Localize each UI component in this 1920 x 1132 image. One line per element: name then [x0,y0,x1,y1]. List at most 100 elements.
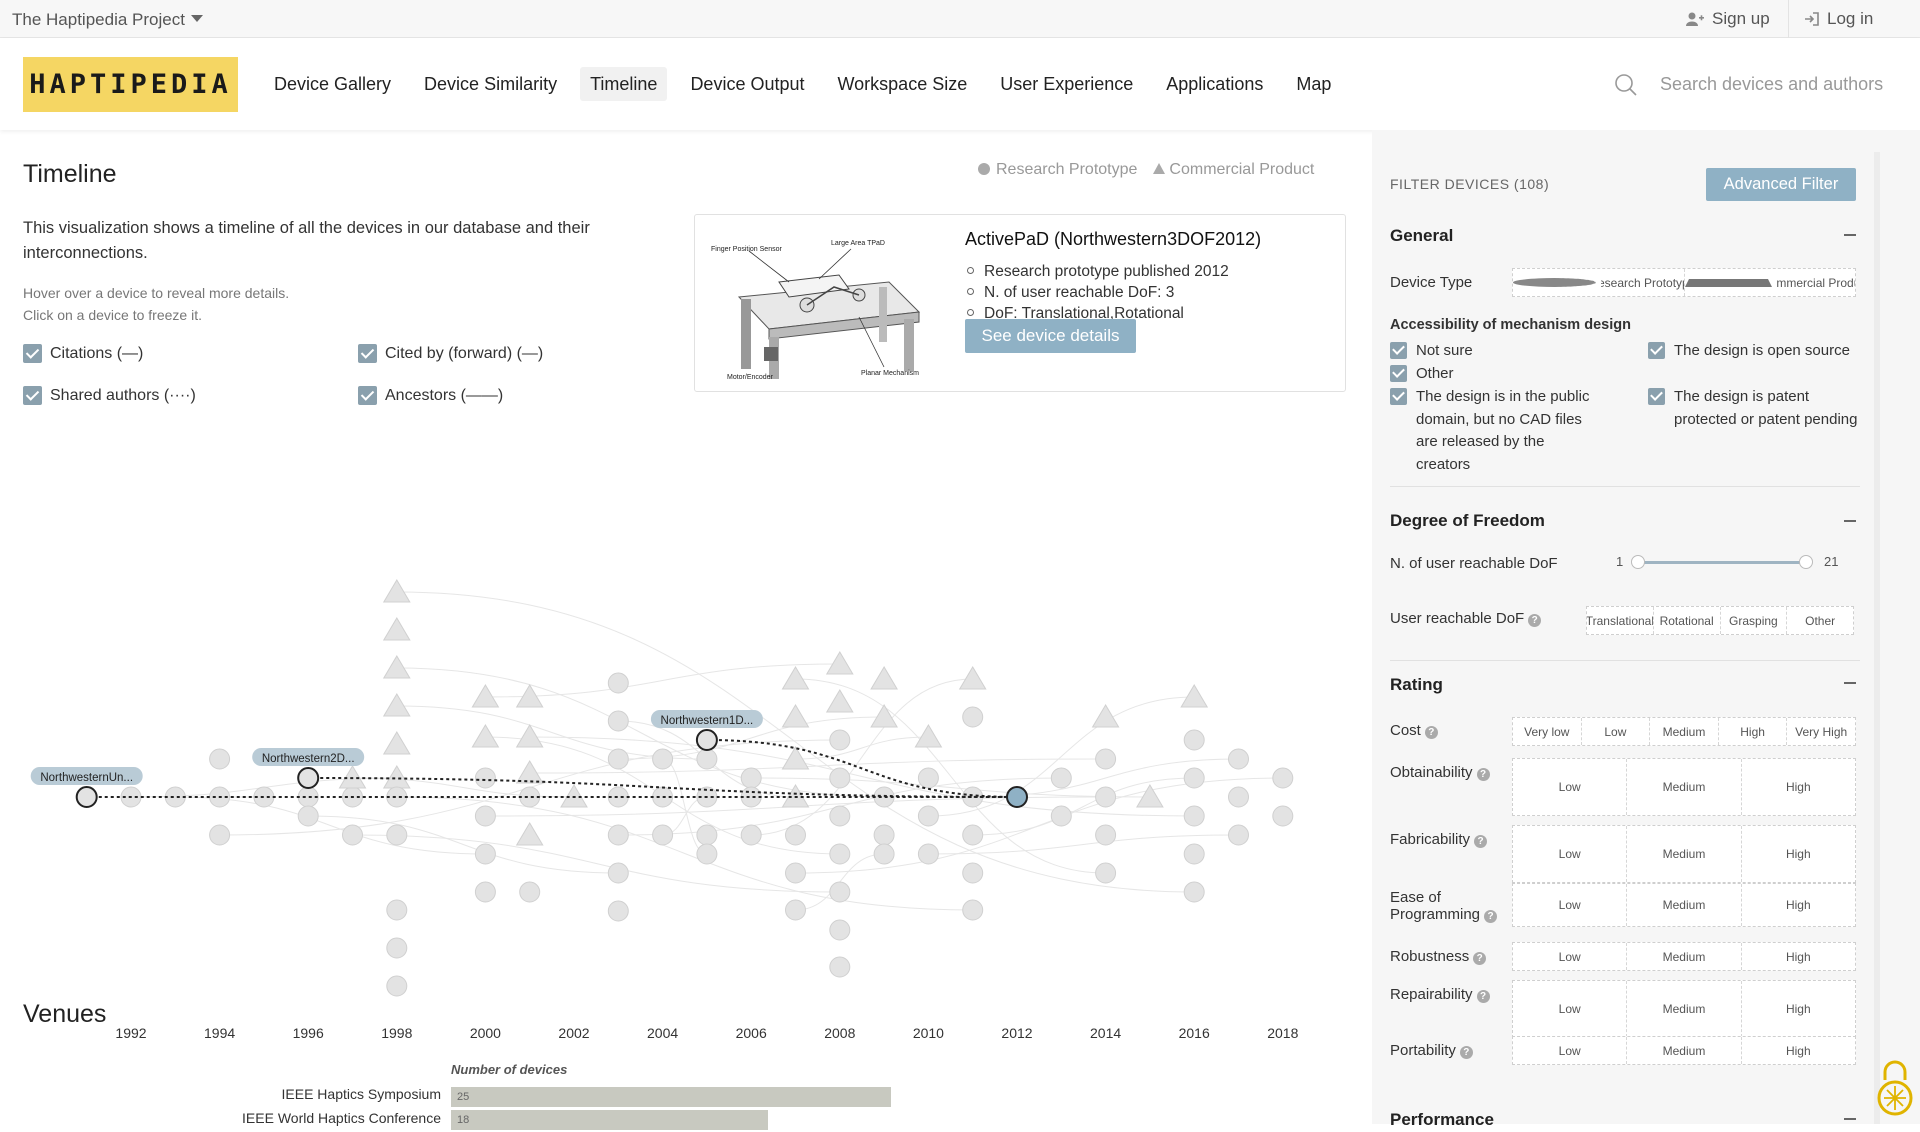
rating-option[interactable]: Medium [1627,826,1742,882]
research-device-node[interactable] [696,843,718,865]
nav-user-experience[interactable]: User Experience [990,67,1143,101]
commercial-device-node[interactable] [338,765,367,789]
user-dof-option[interactable]: Other [1787,607,1853,634]
research-device-node[interactable] [1095,824,1117,846]
related-device-node[interactable] [75,786,98,808]
venue-row[interactable]: IEEE World Haptics Conference [0,1110,441,1132]
commercial-device-node[interactable] [471,684,500,708]
help-icon[interactable]: ? [1476,990,1490,1003]
rating-option[interactable]: Medium [1627,1037,1742,1064]
research-device-node[interactable] [1095,862,1117,884]
commercial-device-node[interactable] [515,760,544,784]
cost-option[interactable]: Very High [1787,718,1855,745]
research-device-node[interactable] [342,824,363,846]
cost-option[interactable]: Medium [1650,718,1719,745]
device-type-research[interactable]: Research Prototype [1513,269,1685,296]
research-device-node[interactable] [474,805,496,827]
research-device-node[interactable] [386,824,408,846]
research-device-node[interactable] [1183,843,1205,865]
user-dof-option[interactable]: Grasping [1721,607,1788,634]
commercial-device-node[interactable] [382,617,411,641]
rating-option[interactable]: High [1742,884,1855,926]
related-device-node[interactable] [297,767,320,789]
research-device-node[interactable] [917,767,939,789]
collapse-general-icon[interactable] [1844,234,1856,236]
research-device-node[interactable] [209,824,231,846]
cited-by-checkbox[interactable]: Cited by (forward) (—) [358,344,543,363]
research-device-node[interactable] [652,748,674,770]
research-device-node[interactable] [1183,805,1205,827]
help-icon[interactable]: ? [1474,835,1488,848]
access-other-checkbox[interactable]: Other [1390,363,1590,386]
nav-timeline[interactable]: Timeline [580,67,668,101]
search-icon[interactable] [1614,73,1638,97]
rating-option[interactable]: Low [1513,826,1628,882]
cost-option[interactable]: High [1719,718,1788,745]
research-device-node[interactable] [785,899,806,921]
research-device-node[interactable] [829,805,851,827]
research-device-node[interactable] [829,881,851,903]
commercial-device-node[interactable] [382,731,411,755]
research-device-node[interactable] [1272,805,1294,827]
research-device-node[interactable] [209,748,231,770]
nav-device-gallery[interactable]: Device Gallery [264,67,401,101]
research-device-node[interactable] [1228,748,1249,770]
venue-row[interactable]: IEEE Haptics Symposium [0,1086,442,1108]
commercial-device-node[interactable] [958,666,987,690]
research-device-node[interactable] [829,919,851,941]
research-device-node[interactable] [917,805,939,827]
research-device-node[interactable] [696,748,718,770]
access-not-sure-checkbox[interactable]: Not sure [1390,340,1590,363]
search-input[interactable] [1660,68,1885,100]
research-device-node[interactable] [386,937,408,959]
commercial-device-node[interactable] [471,724,500,748]
research-device-node[interactable] [607,710,629,732]
commercial-device-node[interactable] [382,579,411,603]
research-device-node[interactable] [829,956,851,978]
nav-device-similarity[interactable]: Device Similarity [414,67,567,101]
login-link[interactable]: Log in [1788,0,1873,38]
research-device-node[interactable] [740,786,762,808]
research-device-node[interactable] [1228,824,1249,846]
help-icon[interactable]: ? [1424,726,1438,739]
advanced-filter-button[interactable]: Advanced Filter [1706,168,1856,201]
research-device-node[interactable] [1183,729,1205,751]
commercial-device-node[interactable] [781,704,810,728]
cost-option[interactable]: Low [1582,718,1651,745]
research-device-node[interactable] [1050,767,1072,789]
research-device-node[interactable] [1095,748,1117,770]
research-device-node[interactable] [386,899,408,921]
research-device-node[interactable] [873,843,895,865]
research-device-node[interactable] [607,824,629,846]
commercial-device-node[interactable] [382,693,411,717]
commercial-device-node[interactable] [781,666,810,690]
collapse-dof-icon[interactable] [1844,520,1856,522]
commercial-device-node[interactable] [825,689,854,713]
venue-bar[interactable]: 25 [451,1087,891,1107]
rating-option[interactable]: High [1742,759,1855,815]
project-selector[interactable]: The Haptipedia Project [12,10,203,30]
commercial-device-node[interactable] [382,655,411,679]
research-device-node[interactable] [829,843,851,865]
see-device-details-button[interactable]: See device details [965,319,1136,353]
rating-option[interactable]: High [1742,826,1855,882]
research-device-node[interactable] [607,862,629,884]
selected-device-node[interactable] [1006,786,1028,808]
dof-slider-max-handle[interactable] [1799,555,1813,569]
research-device-node[interactable] [962,786,984,808]
research-device-node[interactable] [386,786,408,808]
research-device-node[interactable] [519,786,541,808]
research-device-node[interactable] [386,975,408,997]
nav-map[interactable]: Map [1286,67,1341,101]
dof-slider-min-handle[interactable] [1631,555,1645,569]
research-device-node[interactable] [474,843,496,865]
commercial-device-node[interactable] [515,822,544,846]
commercial-device-node[interactable] [914,724,943,748]
research-device-node[interactable] [474,767,496,789]
device-type-commercial[interactable]: Commercial Product [1684,269,1855,296]
help-icon[interactable]: ? [1459,1046,1473,1059]
research-device-node[interactable] [740,824,762,846]
research-device-node[interactable] [1183,767,1205,789]
nav-applications[interactable]: Applications [1156,67,1273,101]
rating-option[interactable]: Medium [1627,884,1742,926]
